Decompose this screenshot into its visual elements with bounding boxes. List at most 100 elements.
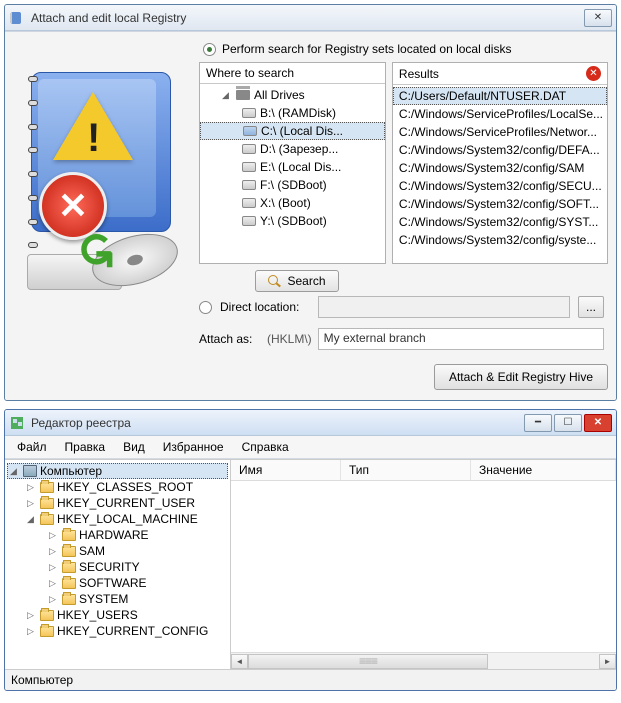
scroll-right[interactable]: ► [599,654,616,669]
result-item[interactable]: C:/Windows/System32/config/SAM [393,159,607,177]
registry-tree[interactable]: ◢Компьютер▷HKEY_CLASSES_ROOT▷HKEY_CURREN… [5,460,231,669]
result-item[interactable]: C:/Users/Default/NTUSER.DAT [393,87,607,105]
regedit-icon [9,415,25,431]
maximize-button[interactable]: ☐ [554,414,582,432]
close-button[interactable]: ✕ [584,414,612,432]
illustration: ! ↻ [13,62,199,292]
minimize-button[interactable]: ━ [524,414,552,432]
menubar: Файл Правка Вид Избранное Справка [5,436,616,459]
menu-Избранное[interactable]: Избранное [159,438,228,456]
direct-location-radio[interactable] [199,301,212,314]
col-name[interactable]: Имя [231,460,341,480]
col-value[interactable]: Значение [471,460,616,480]
folder-icon [62,578,76,589]
result-item[interactable]: C:/Windows/System32/config/SOFT... [393,195,607,213]
result-item[interactable]: C:/Windows/System32/config/SYST... [393,213,607,231]
tree-node[interactable]: ▷HARDWARE [7,527,228,543]
disk-icon [242,198,256,208]
tree-node[interactable]: ▷SECURITY [7,559,228,575]
clear-results-icon[interactable]: ✕ [586,66,601,81]
drive-item[interactable]: Y:\ (SDBoot) [200,212,385,230]
expand-caret[interactable]: ▷ [49,578,59,589]
folder-icon [62,594,76,605]
titlebar: Attach and edit local Registry ✕ [5,5,616,31]
expand-caret[interactable]: ▷ [27,482,37,493]
folder-icon [40,498,54,509]
results-panel: Results ✕ C:/Users/Default/NTUSER.DATC:/… [392,62,608,264]
folder-icon [40,514,54,525]
expand-caret[interactable]: ▷ [27,498,37,509]
scroll-thumb[interactable]: ≡≡≡ [248,654,488,669]
result-item[interactable]: C:/Windows/ServiceProfiles/Networ... [393,123,607,141]
regedit-window: Редактор реестра ━ ☐ ✕ Файл Правка Вид Избр… [4,409,617,691]
folder-icon [62,530,76,541]
search-icon [268,275,281,288]
drive-tree[interactable]: ◢All Drives B:\ (RAMDisk)C:\ (Local Dis.… [200,84,385,263]
perform-search-radio[interactable] [203,43,216,56]
tree-node[interactable]: ▷HKEY_CLASSES_ROOT [7,479,228,495]
disk-icon [242,216,256,226]
where-to-search-panel: Where to search ◢All Drives B:\ (RAMDisk… [199,62,386,264]
result-item[interactable]: C:/Windows/System32/config/SECU... [393,177,607,195]
attach-as-input[interactable]: My external branch [318,328,604,350]
scroll-left[interactable]: ◄ [231,654,248,669]
drive-item[interactable]: X:\ (Boot) [200,194,385,212]
result-item[interactable]: C:/Windows/System32/config/syste... [393,231,607,249]
drives-icon [236,90,250,100]
drive-item[interactable]: E:\ (Local Dis... [200,158,385,176]
tree-node[interactable]: ▷SYSTEM [7,591,228,607]
tree-node[interactable]: ▷HKEY_USERS [7,607,228,623]
direct-location-input[interactable] [318,296,570,318]
col-type[interactable]: Тип [341,460,471,480]
result-item[interactable]: C:/Windows/System32/config/DEFA... [393,141,607,159]
menu-Правка[interactable]: Правка [61,438,110,456]
disk-icon [242,162,256,172]
computer-icon [23,465,37,477]
statusbar: Компьютер [5,669,616,690]
tree-node[interactable]: ◢Компьютер [7,463,228,479]
window-title: Attach and edit local Registry [31,11,584,25]
result-item[interactable]: C:/Windows/ServiceProfiles/LocalSe... [393,105,607,123]
folder-icon [40,482,54,493]
where-header: Where to search [206,66,294,80]
results-list[interactable]: C:/Users/Default/NTUSER.DATC:/Windows/Se… [393,85,607,263]
menu-Файл[interactable]: Файл [13,438,51,456]
expand-caret[interactable]: ▷ [27,610,37,621]
drive-item[interactable]: B:\ (RAMDisk) [200,104,385,122]
expand-caret[interactable]: ▷ [27,626,37,637]
disk-icon [243,126,257,136]
menu-Вид[interactable]: Вид [119,438,149,456]
drive-item[interactable]: D:\ (Зарезер... [200,140,385,158]
tree-node[interactable]: ▷HKEY_CURRENT_CONFIG [7,623,228,639]
column-headers[interactable]: Имя Тип Значение [231,460,616,481]
folder-icon [40,610,54,621]
tree-node[interactable]: ◢HKEY_LOCAL_MACHINE [7,511,228,527]
search-button[interactable]: Search [255,270,338,292]
disk-icon [242,180,256,190]
expand-caret[interactable]: ▷ [49,594,59,605]
folder-icon [62,562,76,573]
regedit-titlebar: Редактор реестра ━ ☐ ✕ [5,410,616,436]
folder-icon [40,626,54,637]
direct-location-label: Direct location: [220,300,310,314]
attach-registry-dialog: Attach and edit local Registry ✕ Perform… [4,4,617,401]
expand-caret[interactable]: ◢ [27,514,37,525]
browse-button[interactable]: ... [578,296,604,318]
drive-item[interactable]: C:\ (Local Dis... [200,122,385,140]
expand-caret[interactable]: ◢ [10,466,20,477]
tree-node[interactable]: ▷SOFTWARE [7,575,228,591]
tree-node[interactable]: ▷SAM [7,543,228,559]
close-button[interactable]: ✕ [584,9,612,27]
perform-search-label: Perform search for Registry sets located… [222,42,511,56]
expand-caret[interactable]: ▷ [49,530,59,541]
tree-node[interactable]: ▷HKEY_CURRENT_USER [7,495,228,511]
results-header: Results [399,67,439,81]
expand-caret[interactable]: ▷ [49,562,59,573]
attach-as-prefix: (HKLM\) [267,332,312,346]
drive-item[interactable]: F:\ (SDBoot) [200,176,385,194]
attach-edit-button[interactable]: Attach & Edit Registry Hive [434,364,608,390]
regedit-title: Редактор реестра [31,416,524,430]
expand-caret[interactable]: ▷ [49,546,59,557]
menu-Справка[interactable]: Справка [238,438,293,456]
horizontal-scrollbar[interactable]: ◄ ≡≡≡ ► [231,652,616,669]
